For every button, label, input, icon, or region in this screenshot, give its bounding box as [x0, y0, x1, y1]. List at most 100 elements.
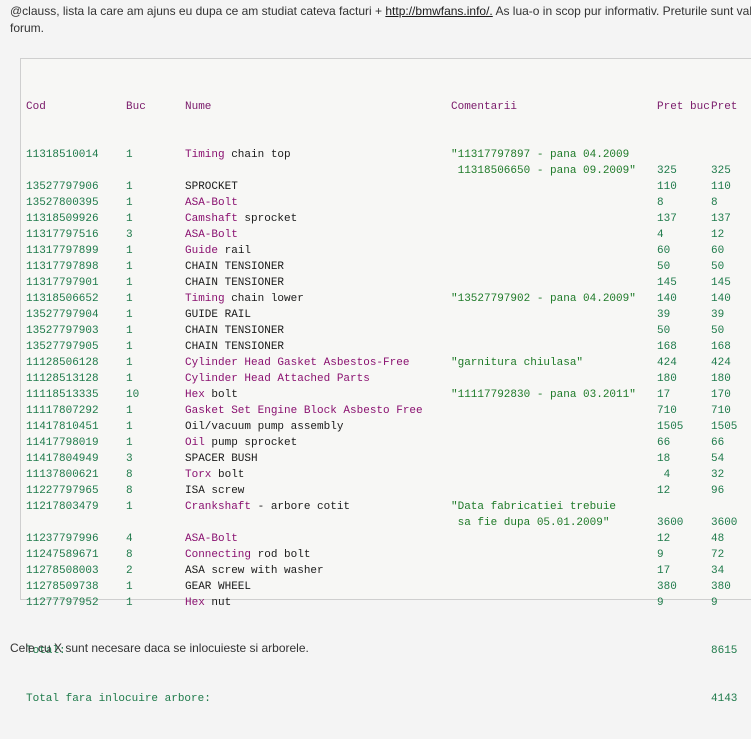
cell-nume-text: CHAIN TENSIONER	[185, 261, 285, 273]
table-row: 11128513128 1 Cylinder Head Attached Parts…	[26, 371, 731, 387]
table-row: 13527797903 1 CHAIN TENSIONER 50 50	[26, 323, 724, 339]
cell-nume-text: CHAIN TENSIONER	[185, 325, 285, 337]
cell-nume: Timing chain top	[185, 147, 291, 163]
cell-nume: Cylinder Head Attached Parts	[185, 371, 370, 387]
cell-nume-keyword: Torx	[185, 469, 212, 481]
table-row: 11128506128 1 Cylinder Head Gasket Asbesto…	[26, 355, 731, 371]
cell-cod: 11137800621	[26, 469, 99, 481]
cell-buc: 1	[126, 597, 133, 609]
total2-label: Total fara inlocuire arbore:	[26, 691, 211, 707]
post-footer: Cele cu X sunt necesare daca se inlocuie…	[10, 641, 309, 655]
cell-cod: 13527800395	[26, 197, 99, 209]
cell-buc: 4	[126, 533, 133, 545]
cell-pret-buc: 18	[657, 453, 671, 465]
table-row: 11117807292 1 Gasket Set Engine Block Asbe…	[26, 403, 731, 419]
table-row: 11118513335 10 Hex bolt "11117792830 - pana…	[26, 387, 731, 403]
cell-pret: 50	[711, 325, 725, 337]
cell-pret: 60	[711, 245, 725, 257]
cell-nume-keyword: Cylinder Head Attached Parts	[185, 373, 370, 385]
cell-buc: 1	[126, 325, 133, 337]
total2-value: 4143	[711, 693, 738, 705]
total2-label-text: Total fara inlocuire arbore:	[26, 693, 211, 705]
cell-nume-text: CHAIN TENSIONER	[185, 277, 285, 289]
cell-nume-text: bolt	[211, 469, 245, 481]
cell-pret-buc: 137	[657, 213, 677, 225]
intro-line2: forum.	[10, 21, 45, 35]
cell-pret: 145	[711, 277, 731, 289]
header-cod: Cod	[26, 101, 46, 113]
cell-comentarii: "Data fabricatiei trebuie	[451, 501, 617, 513]
cell-pret-buc: 9	[657, 549, 664, 561]
cell-nume: Oil/vacuum pump assembly	[185, 419, 343, 435]
cell-nume: Cylinder Head Gasket Asbestos-Free	[185, 355, 409, 371]
cell-pret: 50	[711, 261, 725, 273]
cell-buc: 8	[126, 469, 133, 481]
cell-pret: 110	[711, 181, 731, 193]
table-row: 11318510014 1 Timing chain top "11317797897…	[26, 147, 629, 163]
cell-cod: 13527797904	[26, 309, 99, 321]
cell-pret-buc: 50	[657, 261, 671, 273]
cell-nume: CHAIN TENSIONER	[185, 275, 284, 291]
cell-nume-keyword: ASA-Bolt	[185, 197, 238, 209]
table-row: 11277797952 1 Hex nut 9 9	[26, 595, 718, 611]
cell-nume-text: rod bolt	[251, 549, 311, 561]
cell-pret-buc: 1505	[657, 421, 684, 433]
cell-cod: 11417810451	[26, 421, 99, 433]
cell-cod: 11317797516	[26, 229, 99, 241]
cell-nume-text: GUIDE RAIL	[185, 309, 252, 321]
table-row: 11247589671 8 Connecting rod bolt 9 72	[26, 547, 724, 563]
cell-pret: 140	[711, 293, 731, 305]
cell-nume: Guide rail	[185, 243, 251, 259]
cell-pret-buc: 4	[657, 469, 671, 481]
cell-cod: 11317797899	[26, 245, 99, 257]
cell-nume-keyword: Cylinder Head Gasket Asbestos-Free	[185, 357, 410, 369]
table-row: 13527797905 1 CHAIN TENSIONER 168 168	[26, 339, 731, 355]
code-block: Cod Buc Nume Comentarii Pret buc Pret 1131851…	[20, 58, 751, 705]
cell-nume: GUIDE RAIL	[185, 307, 251, 323]
cell-pret: 325	[711, 165, 731, 177]
cell-cod: 11128513128	[26, 373, 99, 385]
table-row: 11417810451 1 Oil/vacuum pump assembly 1505…	[26, 419, 737, 435]
table-row: 11227797965 8 ISA screw 12 96	[26, 483, 724, 499]
table-row: 13527797904 1 GUIDE RAIL 39 39	[26, 307, 724, 323]
table-row: 11318509926 1 Camshaft sprocket 137 137	[26, 211, 731, 227]
header-pret: Pret	[711, 101, 738, 113]
cell-comentarii: "13527797902 - pana 04.2009"	[451, 293, 636, 305]
table-row: 11317797898 1 CHAIN TENSIONER 50 50	[26, 259, 724, 275]
cell-buc: 8	[126, 485, 133, 497]
cell-comentarii: "11117792830 - pana 03.2011"	[451, 389, 636, 401]
cell-nume-keyword: Hex	[185, 597, 205, 609]
cell-pret: 424	[711, 357, 731, 369]
cell-buc: 1	[126, 341, 133, 353]
cell-nume: SPROCKET	[185, 179, 238, 195]
cell-pret: 72	[711, 549, 725, 561]
table-row: 11237797996 4 ASA-Bolt 12 48	[26, 531, 724, 547]
cell-nume-text: rail	[218, 245, 252, 257]
cell-nume-keyword: Oil	[185, 437, 205, 449]
cell-nume-keyword: Hex	[185, 389, 205, 401]
cell-pret-buc: 17	[657, 389, 671, 401]
cell-buc: 1	[126, 245, 133, 257]
table-body: 11318510014 1 Timing chain top "11317797897…	[26, 147, 738, 611]
cell-pret-buc: 9	[657, 597, 664, 609]
cell-pret-buc: 145	[657, 277, 677, 289]
cell-nume-text: ISA screw	[185, 485, 245, 497]
cell-nume: CHAIN TENSIONER	[185, 259, 284, 275]
cell-buc: 2	[126, 565, 133, 577]
table-row: 11417804949 3 SPACER BUSH 18 54	[26, 451, 724, 467]
bmwfans-link[interactable]: http://bmwfans.info/.	[385, 4, 492, 18]
cell-pret: 380	[711, 581, 731, 593]
cell-nume: ASA-Bolt	[185, 227, 238, 243]
cell-pret: 1505	[711, 421, 738, 433]
table-row: sa fie dupa 05.01.2009" 3600 3600	[26, 515, 738, 531]
cell-nume-text: nut	[204, 597, 232, 609]
table-row: 11317797899 1 Guide rail 60 60	[26, 243, 724, 259]
table-row: 11217803479 1 Crankshaft - arbore cotit "Da…	[26, 499, 616, 515]
cell-comentarii: 11318506650 - pana 09.2009"	[451, 165, 636, 177]
cell-nume: CHAIN TENSIONER	[185, 339, 284, 355]
cell-nume: Torx bolt	[185, 467, 244, 483]
cell-cod: 11317797898	[26, 261, 99, 273]
cell-pret: 39	[711, 309, 725, 321]
cell-pret-buc: 180	[657, 373, 677, 385]
cell-cod: 11247589671	[26, 549, 99, 561]
